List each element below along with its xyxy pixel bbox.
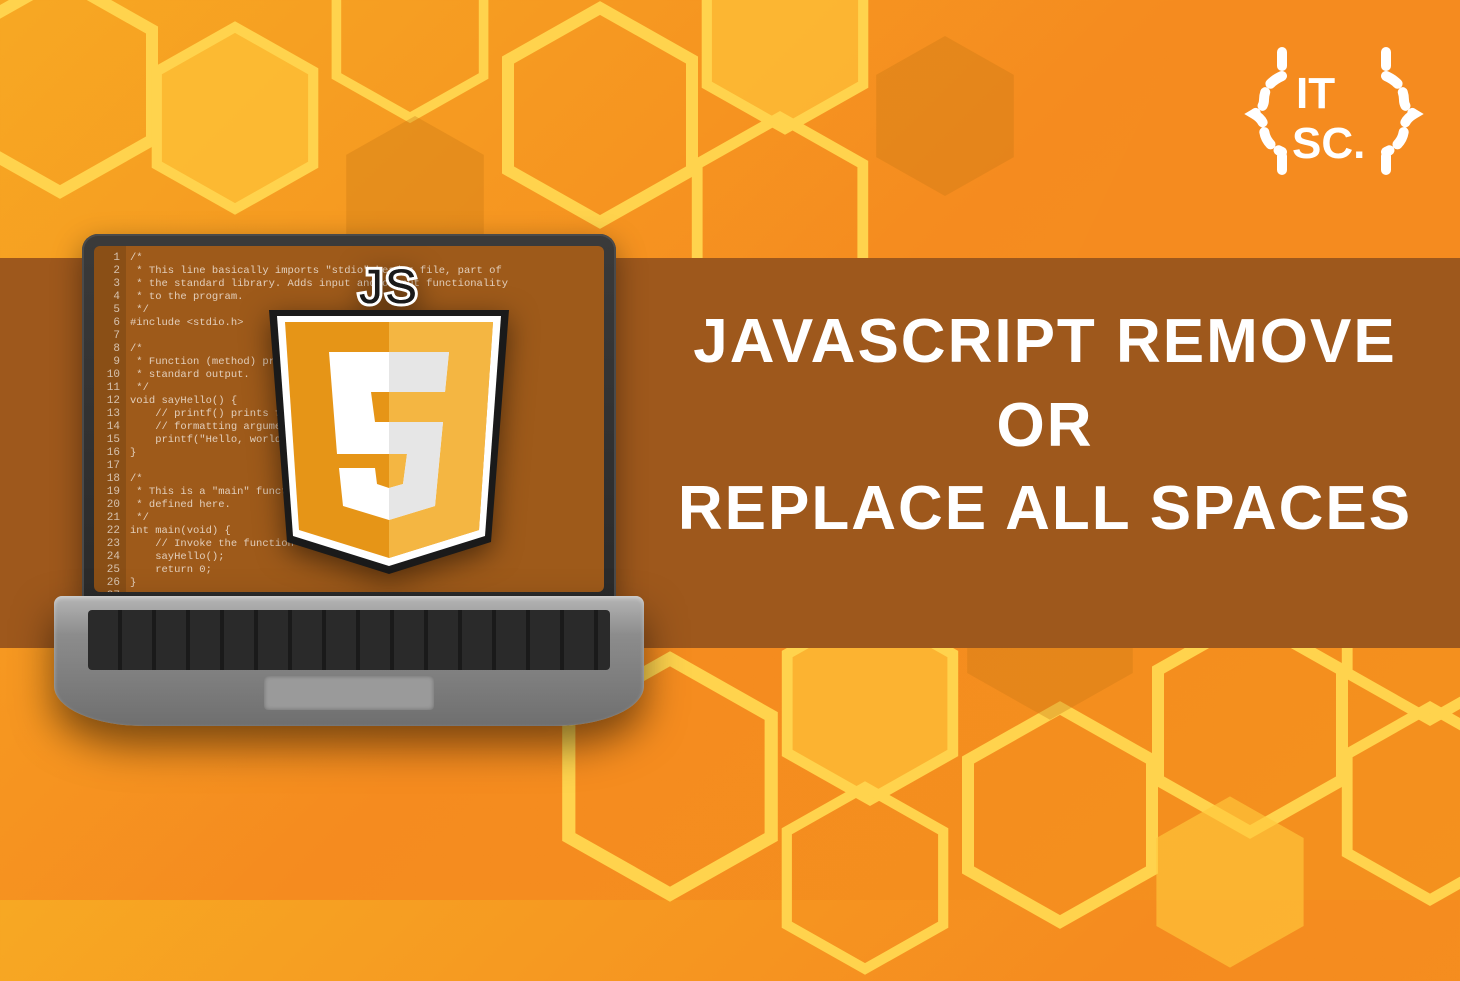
- laptop-graphic: 1234567891011121314151617181920212223242…: [54, 234, 644, 744]
- laptop-trackpad: [264, 676, 434, 710]
- laptop-keyboard: [88, 610, 610, 670]
- hero-title: JAVASCRIPT REMOVE OR REPLACE ALL SPACES: [660, 300, 1430, 551]
- title-line-1: JAVASCRIPT REMOVE: [693, 307, 1396, 376]
- laptop-bezel: 1234567891011121314151617181920212223242…: [82, 234, 616, 604]
- laptop-screen: 1234567891011121314151617181920212223242…: [94, 246, 604, 592]
- javascript-shield-icon: JS JS: [259, 262, 519, 582]
- logo-text-top: IT: [1296, 69, 1335, 118]
- title-line-2: OR: [997, 391, 1094, 460]
- js-badge-label: JS: [359, 260, 419, 315]
- logo-text-bottom: SC.: [1292, 119, 1365, 168]
- code-line-numbers: 1234567891011121314151617181920212223242…: [94, 246, 126, 592]
- itsc-logo-icon: IT SC.: [1244, 24, 1424, 204]
- laptop-base: [54, 596, 644, 726]
- title-line-3: REPLACE ALL SPACES: [678, 474, 1412, 543]
